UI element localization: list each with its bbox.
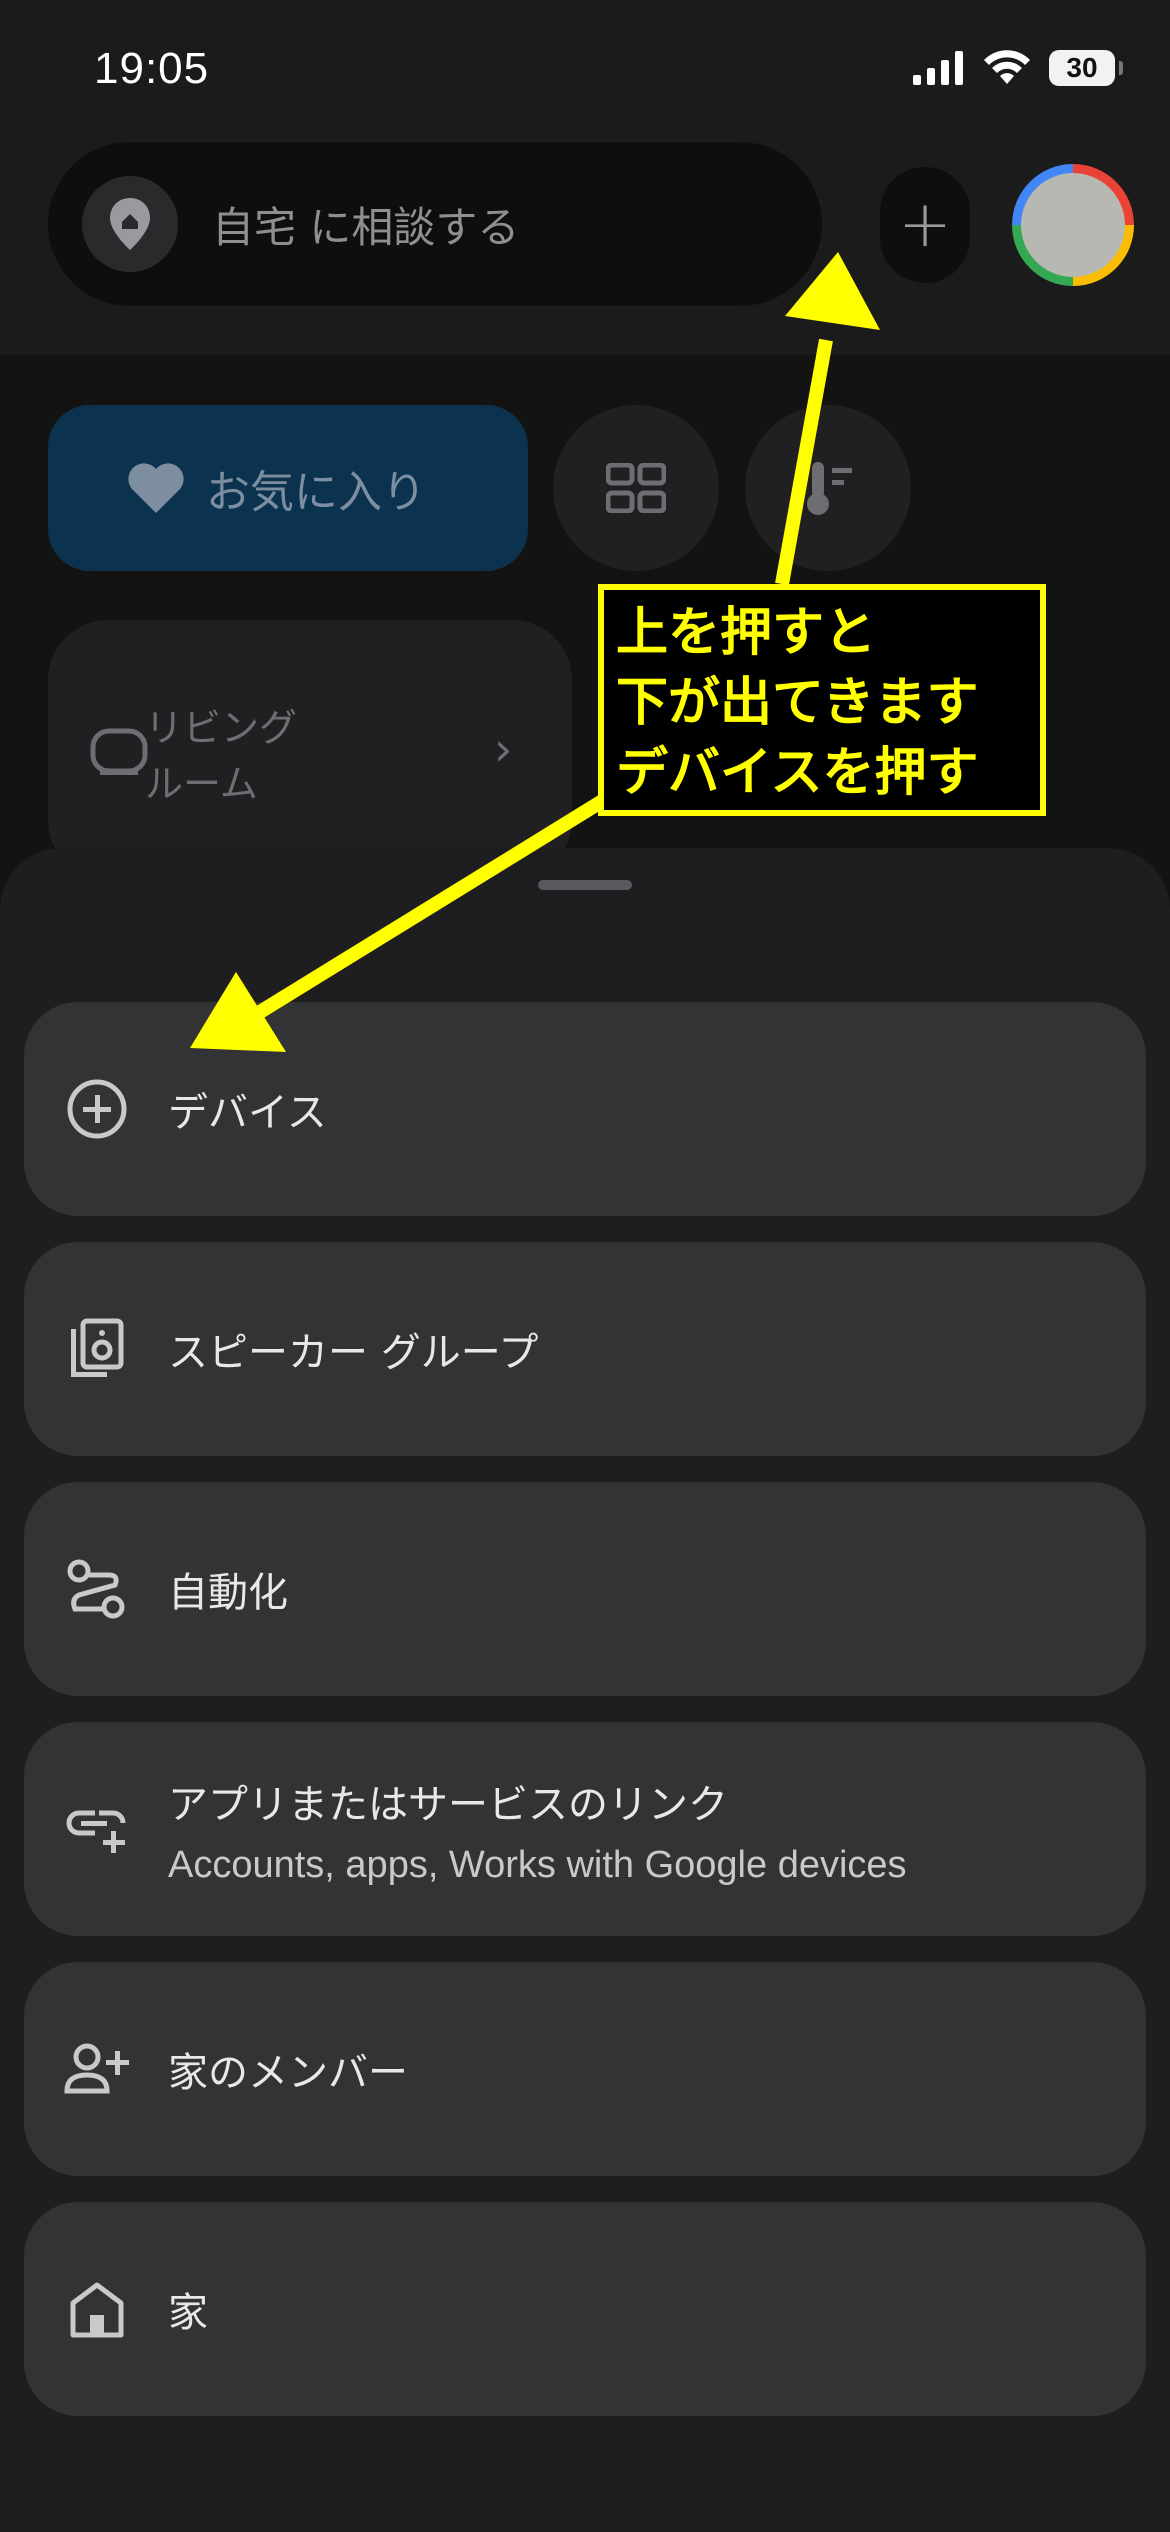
arrow-up-to-add-button (775, 252, 880, 586)
arrow-down-to-device-item (190, 794, 608, 1052)
callout-line1: 上を押すと (616, 603, 877, 663)
callout-line3: デバイスを押す (616, 743, 979, 803)
annotation-callout: 上を押すと 下が出てきます デバイスを押す (598, 584, 1046, 816)
annotation-arrows (190, 252, 880, 1052)
callout-line2: 下が出てきます (616, 673, 979, 733)
